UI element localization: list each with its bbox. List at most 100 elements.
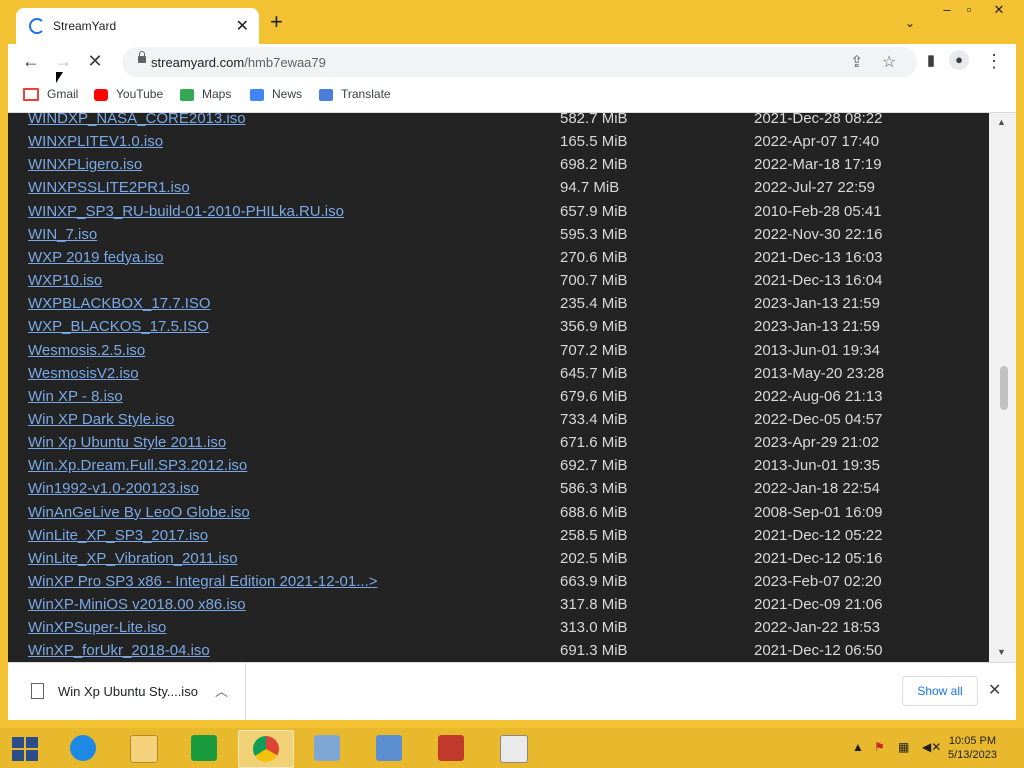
file-row: WinLite_XP_SP3_2017.iso 258.5 MiB 2021-Dec…: [8, 527, 989, 550]
file-link[interactable]: WINDXP_NASA_CORE2013.iso: [28, 113, 246, 127]
file-date: 2022-Apr-07 17:40: [754, 133, 880, 151]
lock-icon[interactable]: [138, 51, 146, 63]
url-text[interactable]: streamyard.com/hmb7ewaa79: [151, 55, 326, 70]
file-row: WXP_BLACKOS_17.5.ISO 356.9 MiB 2023-Jan-13…: [8, 318, 989, 341]
download-shelf: Win Xp Ubuntu Sty....iso ︿ Show all ✕: [8, 662, 1016, 720]
file-size: 698.2 MiB: [560, 156, 628, 174]
file-row: WXPBLACKBOX_17.7.ISO 235.4 MiB 2023-Jan-13…: [8, 295, 989, 318]
file-date: 2021-Dec-12 06:50: [754, 642, 883, 660]
file-link[interactable]: WinXP_forUkr_2018-04.iso: [28, 642, 210, 659]
file-link[interactable]: WinLite_XP_SP3_2017.iso: [28, 527, 208, 544]
volume-muted-icon[interactable]: ◀✕: [922, 740, 941, 754]
action-center-flag-icon[interactable]: ⚑: [874, 740, 885, 754]
file-size: 688.6 MiB: [560, 503, 628, 521]
bookmark-translate[interactable]: Translate: [319, 87, 391, 101]
file-link[interactable]: WIN_7.iso: [28, 226, 97, 243]
bookmark-star-icon[interactable]: ☆: [882, 52, 896, 72]
file-link[interactable]: Win XP - 8.iso: [28, 388, 123, 405]
close-window-icon[interactable]: ✕: [986, 2, 1012, 18]
download-item[interactable]: Win Xp Ubuntu Sty....iso ︿: [8, 663, 246, 720]
bookmark-maps[interactable]: Maps: [180, 87, 231, 101]
scrollbar-thumb[interactable]: [1000, 366, 1008, 410]
file-row: WINDXP_NASA_CORE2013.iso 582.7 MiB 2021-De…: [8, 113, 989, 133]
chevron-up-icon[interactable]: ︿: [215, 681, 228, 700]
menu-kebab-icon[interactable]: ⋮: [982, 51, 1006, 72]
file-link[interactable]: WXPBLACKBOX_17.7.ISO: [28, 295, 211, 312]
file-link[interactable]: WinLite_XP_Vibration_2011.iso: [28, 550, 238, 567]
file-link[interactable]: Win XP Dark Style.iso: [28, 411, 174, 428]
file-link[interactable]: WinXP-MiniOS v2018.00 x86.iso: [28, 596, 246, 613]
file-link[interactable]: WinXPSuper-Lite.iso: [28, 619, 166, 636]
bookmark-news[interactable]: News: [250, 87, 302, 101]
maximize-icon[interactable]: ▫: [958, 2, 980, 17]
show-hidden-icons-icon[interactable]: ▲: [852, 740, 864, 754]
scroll-up-icon[interactable]: ▲: [997, 117, 1006, 127]
file-link[interactable]: WINXP_SP3_RU-build-01-2010-PHILka.RU.iso: [28, 203, 344, 220]
page-scrollbar[interactable]: ▲ ▼: [989, 113, 1016, 662]
file-link[interactable]: WinXP Pro SP3 x86 - Integral Edition 202…: [28, 573, 378, 590]
file-size: 707.2 MiB: [560, 341, 628, 359]
file-row: WIN_7.iso 595.3 MiB 2022-Nov-30 22:16: [8, 226, 989, 249]
computer-taskbar-icon[interactable]: [300, 730, 354, 766]
minimize-icon[interactable]: –: [936, 2, 958, 17]
control-panel-taskbar-icon[interactable]: [362, 730, 416, 766]
file-listing: WINDXP_NASA_CORE2013.iso 582.7 MiB 2021-De…: [8, 113, 989, 662]
tab-search-chevron-icon[interactable]: ⌄: [905, 16, 915, 30]
file-link[interactable]: WINXPSSLITE2PR1.iso: [28, 179, 190, 196]
tab-close-icon[interactable]: ✕: [236, 16, 249, 36]
store-taskbar-icon[interactable]: [177, 730, 231, 766]
download-filename[interactable]: Win Xp Ubuntu Sty....iso: [58, 684, 198, 699]
file-link[interactable]: WinAnGeLive By LeoO Globe.iso: [28, 504, 250, 521]
address-bar[interactable]: streamyard.com/hmb7ewaa79 ⇪ ☆: [122, 47, 917, 77]
clock-time: 10:05 PM: [948, 735, 997, 747]
file-date: 2023-Apr-29 21:02: [754, 434, 880, 452]
file-date: 2021-Dec-13 16:03: [754, 248, 883, 266]
file-row: WINXPLITEV1.0.iso 165.5 MiB 2022-Apr-07 17…: [8, 133, 989, 156]
bookmark-youtube[interactable]: YouTube: [94, 87, 163, 101]
file-link[interactable]: Wesmosis.2.5.iso: [28, 342, 145, 359]
side-panel-icon[interactable]: ▮: [919, 51, 943, 69]
file-link[interactable]: WINXPLigero.iso: [28, 156, 142, 173]
file-row: WINXPLigero.iso 698.2 MiB 2022-Mar-18 17:1…: [8, 156, 989, 179]
show-all-button[interactable]: Show all: [902, 676, 978, 706]
new-tab-icon[interactable]: +: [270, 11, 283, 33]
internet-explorer-taskbar-icon[interactable]: [56, 730, 110, 766]
file-date: 2013-Jun-01 19:35: [754, 457, 880, 475]
title-bar: StreamYard ✕ + ⌄ – ▫ ✕: [0, 0, 1024, 44]
file-date: 2022-Jan-22 18:53: [754, 619, 880, 637]
tab-streamyard[interactable]: StreamYard ✕: [16, 8, 259, 44]
file-link[interactable]: Win Xp Ubuntu Style 2011.iso: [28, 434, 226, 451]
bookmark-gmail[interactable]: Gmail: [23, 87, 78, 102]
file-row: WINXP_SP3_RU-build-01-2010-PHILka.RU.iso…: [8, 203, 989, 226]
file-link[interactable]: WXP 2019 fedya.iso: [28, 249, 164, 266]
file-size: 586.3 MiB: [560, 480, 628, 498]
network-icon[interactable]: ▦: [898, 740, 909, 754]
file-link[interactable]: WesmosisV2.iso: [28, 365, 139, 382]
file-date: 2021-Dec-09 21:06: [754, 596, 883, 614]
file-explorer-taskbar-icon[interactable]: [116, 730, 170, 766]
file-row: Win XP Dark Style.iso 733.4 MiB 2022-Dec-0…: [8, 411, 989, 434]
file-link[interactable]: WXP10.iso: [28, 272, 102, 289]
scroll-down-icon[interactable]: ▼: [997, 647, 1006, 657]
file-date: 2013-Jun-01 19:34: [754, 341, 880, 359]
file-size: 317.8 MiB: [560, 596, 628, 614]
close-shelf-icon[interactable]: ✕: [988, 680, 1001, 700]
back-icon[interactable]: ←: [19, 51, 43, 72]
profile-avatar-icon[interactable]: ●: [949, 50, 969, 70]
chrome-taskbar-icon[interactable]: [238, 730, 294, 768]
stop-icon[interactable]: ✕: [83, 51, 107, 72]
windows-start-icon[interactable]: [12, 737, 38, 761]
document-app-taskbar-icon[interactable]: [486, 730, 540, 766]
file-link[interactable]: WXP_BLACKOS_17.5.ISO: [28, 318, 209, 335]
share-icon[interactable]: ⇪: [850, 52, 863, 72]
gmail-icon: [23, 88, 39, 102]
forward-icon[interactable]: →: [51, 51, 75, 72]
file-link[interactable]: Win.Xp.Dream.Full.SP3.2012.iso: [28, 457, 247, 474]
file-row: WinLite_XP_Vibration_2011.iso 202.5 MiB 20…: [8, 550, 989, 573]
system-clock[interactable]: 10:05 PM 5/13/2023: [948, 734, 997, 762]
file-link[interactable]: WINXPLITEV1.0.iso: [28, 133, 163, 150]
font-app-taskbar-icon[interactable]: [424, 730, 478, 766]
news-icon: [250, 88, 264, 101]
file-size: 700.7 MiB: [560, 272, 628, 290]
file-link[interactable]: Win1992-v1.0-200123.iso: [28, 480, 199, 497]
